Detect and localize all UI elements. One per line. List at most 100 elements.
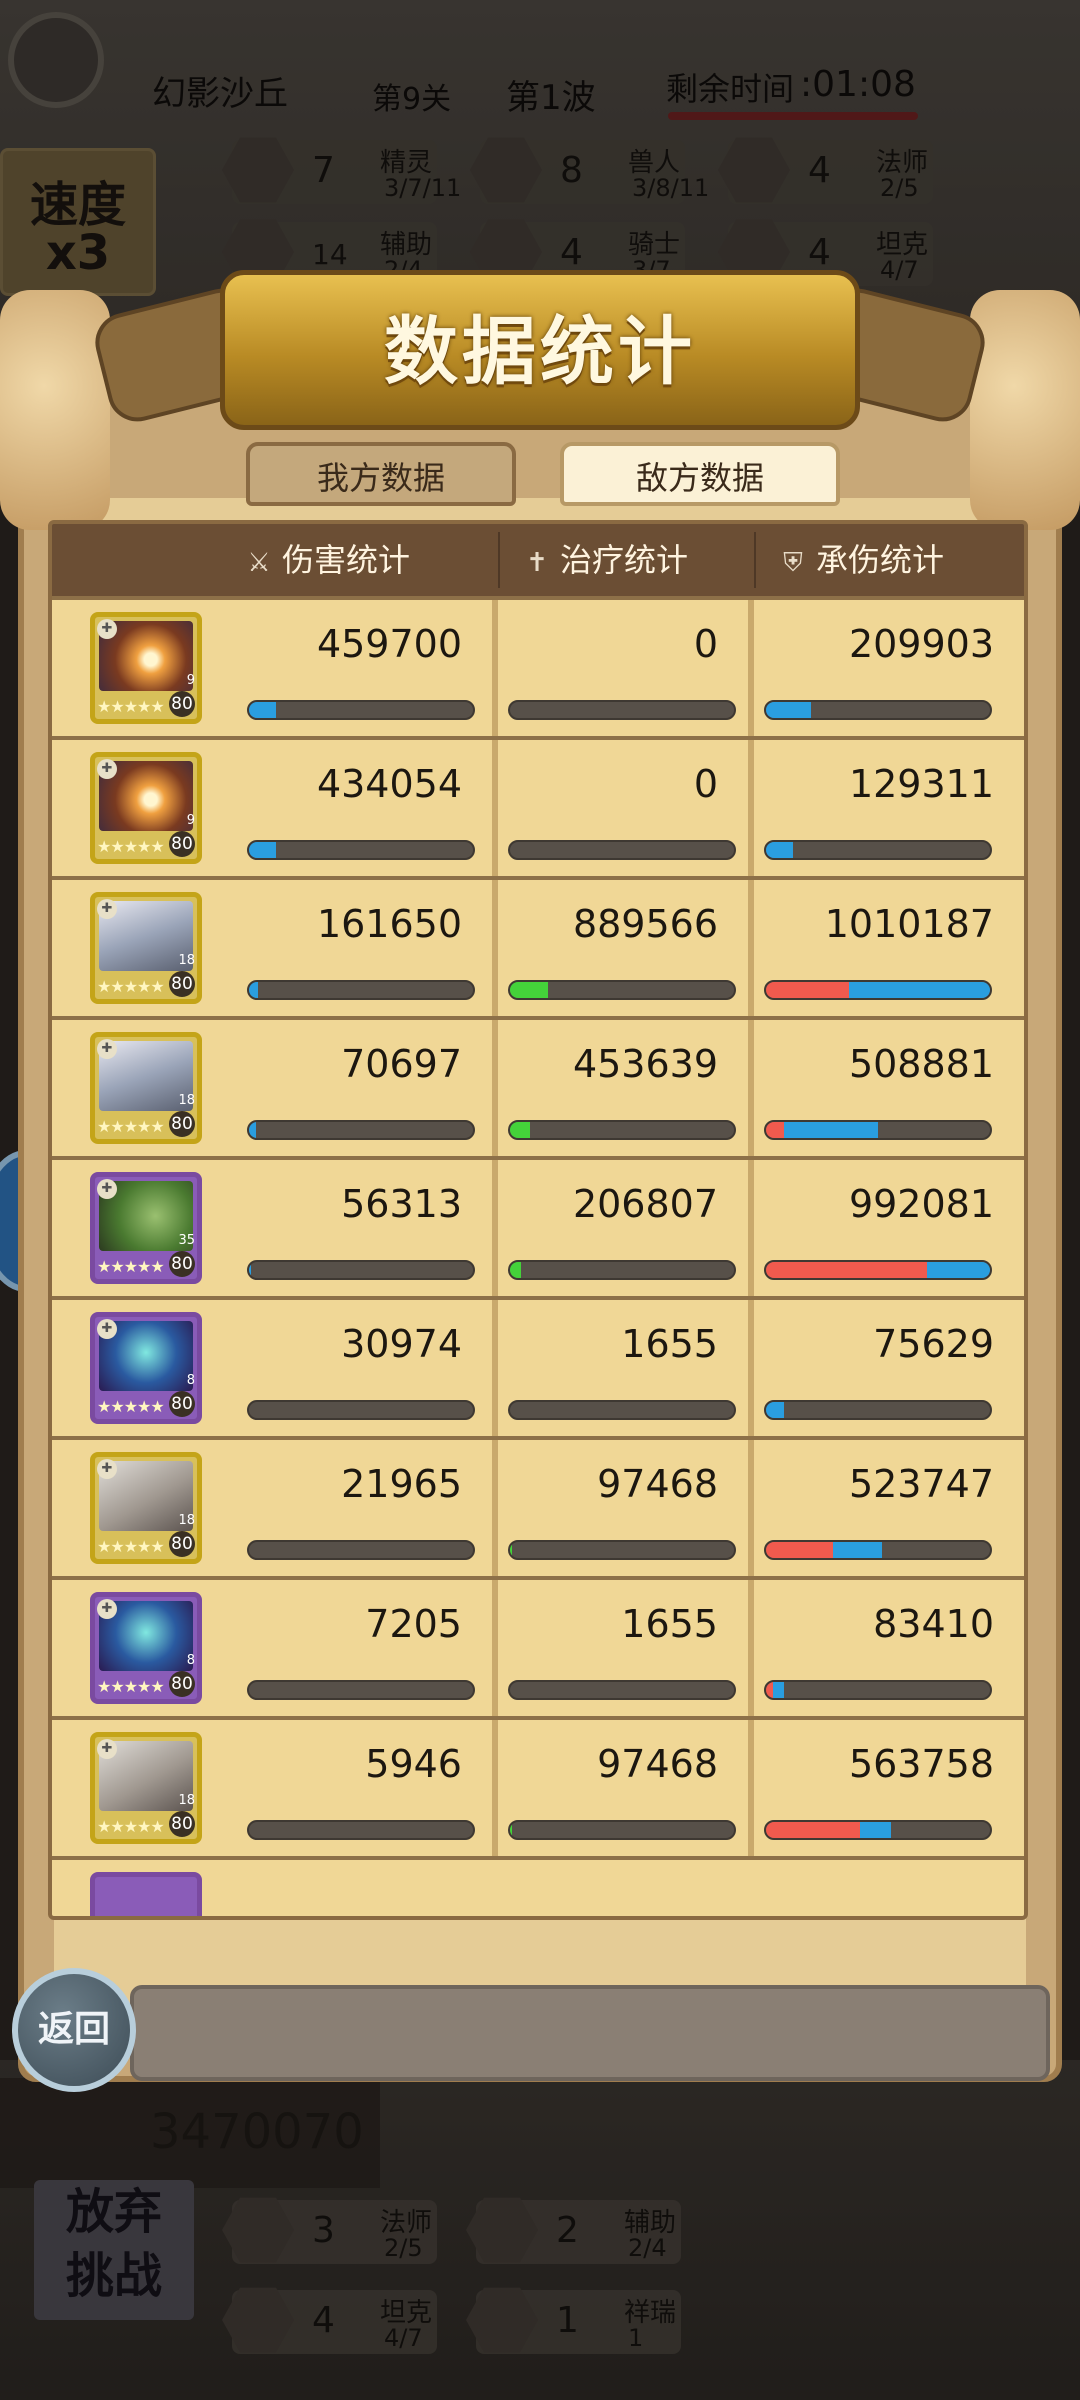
table-row: ✚ 18 ★★★★★ 80 70697 453639 508881 — [52, 1020, 1024, 1156]
table-header: ⚔ 伤害统计 ✝ 治疗统计 ⛨ 承伤统计 — [52, 524, 1024, 596]
taken-value: 992081 — [848, 1182, 994, 1226]
trait-count: 4 — [560, 232, 583, 273]
heal-bar — [508, 700, 736, 720]
trait-progress: 2/5 — [384, 2234, 423, 2262]
enemy-trait-beastman[interactable]: 8 兽人 3/8/11 — [470, 137, 709, 204]
heal-value: 1655 — [621, 1602, 718, 1646]
heal-cell: 0 — [498, 600, 748, 736]
hero-level: 80 — [169, 691, 195, 717]
time-remaining-bar — [668, 112, 918, 120]
back-button[interactable]: 返回 — [12, 1968, 136, 2092]
ally-trait-auspicious[interactable]: 1 祥瑞 1 — [466, 2287, 681, 2354]
auspicious-emblem-icon — [466, 2287, 538, 2353]
give-up-button[interactable]: 放弃 挑战 — [34, 2180, 194, 2320]
ally-trait-tank[interactable]: 4 坦克 4/7 — [222, 2287, 437, 2354]
hero-portrait[interactable]: ✚ 18 ★★★★★ 80 — [90, 1732, 202, 1844]
heal-cell: 453639 — [498, 1020, 748, 1156]
heal-cell: 889566 — [498, 880, 748, 1016]
damage-value: 5946 — [365, 1742, 462, 1786]
column-taken[interactable]: ⛨ 承伤统计 — [780, 524, 944, 596]
taken-bar-magic-fill — [766, 842, 793, 858]
wave-label: 第1波 — [506, 78, 596, 118]
hero-stars: ★★★★★ — [97, 1817, 165, 1836]
hero-level: 80 — [169, 831, 195, 857]
heal-cell: 1655 — [498, 1580, 748, 1716]
column-heal[interactable]: ✝ 治疗统计 — [524, 524, 688, 596]
heal-value: 97468 — [597, 1742, 718, 1786]
taken-bar-physical-fill — [766, 1542, 834, 1558]
trait-count: 4 — [808, 150, 831, 191]
hero-portrait[interactable] — [90, 1872, 202, 1916]
taken-value: 209903 — [848, 622, 994, 666]
taken-bar-magic-fill — [783, 1122, 878, 1138]
trait-count: 2 — [556, 2210, 579, 2251]
heal-cell: 1655 — [498, 1300, 748, 1436]
class-icon: ✚ — [97, 759, 117, 779]
taken-bar-physical-fill — [766, 982, 849, 998]
class-icon: ✚ — [97, 1599, 117, 1619]
flower-ornament-left — [0, 290, 110, 530]
hero-level: 80 — [169, 1391, 195, 1417]
header-divider — [498, 532, 500, 588]
taken-cell: 523747 — [754, 1440, 1024, 1576]
ally-trait-support[interactable]: 2 辅助 2/4 — [466, 2197, 681, 2264]
class-icon: ✚ — [97, 1319, 117, 1339]
ally-trait-mage[interactable]: 3 法师 2/5 — [222, 2197, 437, 2264]
hero-badge: 18 — [178, 1093, 195, 1108]
hero-portrait[interactable]: ✚ 18 ★★★★★ 80 — [90, 892, 202, 1004]
heal-bar-fill — [510, 982, 549, 998]
damage-value: 459700 — [316, 622, 462, 666]
taken-bar-magic-fill — [860, 1822, 892, 1838]
sword-icon: ⚔ — [247, 548, 271, 578]
stage-level: 第9关 — [372, 82, 452, 117]
column-damage-label: 伤害统计 — [282, 541, 411, 579]
tab-enemy-data[interactable]: 敌方数据 — [560, 442, 840, 506]
table-row: ✚ 9 ★★★★★ 80 459700 0 209903 — [52, 600, 1024, 736]
hero-stars: ★★★★★ — [97, 1397, 165, 1416]
hero-portrait[interactable]: ✚ 9 ★★★★★ 80 — [90, 612, 202, 724]
taken-bar — [764, 980, 992, 1000]
damage-bar-fill — [249, 842, 276, 858]
hero-portrait[interactable]: ✚ 18 ★★★★★ 80 — [90, 1452, 202, 1564]
heal-value: 0 — [693, 762, 718, 806]
heal-value: 889566 — [572, 902, 718, 946]
taken-value: 1010187 — [824, 902, 994, 946]
mage-emblem-icon — [718, 137, 790, 203]
trait-progress: 3/8/11 — [632, 174, 710, 202]
heal-bar — [508, 1680, 736, 1700]
hero-portrait[interactable]: ✚ 8 ★★★★★ 80 — [90, 1312, 202, 1424]
heal-bar — [508, 1260, 736, 1280]
heal-bar-fill — [510, 1822, 513, 1838]
class-icon: ✚ — [97, 619, 117, 639]
speed-value: x3 — [45, 225, 111, 281]
stats-table[interactable]: ⚔ 伤害统计 ✝ 治疗统计 ⛨ 承伤统计 ✚ 9 ★★★★★ 80 459700 0 209903… — [48, 520, 1028, 1920]
heal-value: 206807 — [572, 1182, 718, 1226]
time-label: 剩余时间 — [666, 70, 795, 108]
hero-portrait[interactable]: ✚ 9 ★★★★★ 80 — [90, 752, 202, 864]
trait-progress: 2/4 — [628, 2234, 667, 2262]
taken-bar-physical-fill — [766, 1682, 773, 1698]
heal-bar — [508, 1120, 736, 1140]
damage-bar — [247, 840, 475, 860]
beastman-emblem-icon — [470, 137, 542, 203]
enemy-trait-mage[interactable]: 4 法师 2/5 — [718, 137, 933, 204]
enemy-trait-elf[interactable]: 7 精灵 3/7/11 — [222, 137, 461, 204]
taken-bar — [764, 1260, 992, 1280]
hero-stars: ★★★★★ — [97, 1257, 165, 1276]
hero-portrait[interactable]: ✚ 35 ★★★★★ 80 — [90, 1172, 202, 1284]
speed-button[interactable]: 速度 x3 — [0, 148, 156, 296]
column-damage[interactable]: ⚔ 伤害统计 — [246, 524, 410, 596]
damage-cell: ✚ 18 ★★★★★ 80 5946 — [52, 1720, 492, 1856]
taken-bar — [764, 1120, 992, 1140]
trait-count: 4 — [808, 232, 831, 273]
tab-our-data[interactable]: 我方数据 — [246, 442, 516, 506]
hero-portrait[interactable]: ✚ 8 ★★★★★ 80 — [90, 1592, 202, 1704]
table-row: ✚ 18 ★★★★★ 80 161650 889566 1010187 — [52, 880, 1024, 1016]
taken-bar-physical-fill — [766, 1822, 861, 1838]
damage-bar — [247, 1540, 475, 1560]
class-icon: ✚ — [97, 1739, 117, 1759]
give-up-label-line2: 挑战 — [65, 2248, 162, 2304]
menu-circle-icon[interactable] — [8, 12, 104, 108]
hero-portrait[interactable]: ✚ 18 ★★★★★ 80 — [90, 1032, 202, 1144]
taken-cell: 508881 — [754, 1020, 1024, 1156]
